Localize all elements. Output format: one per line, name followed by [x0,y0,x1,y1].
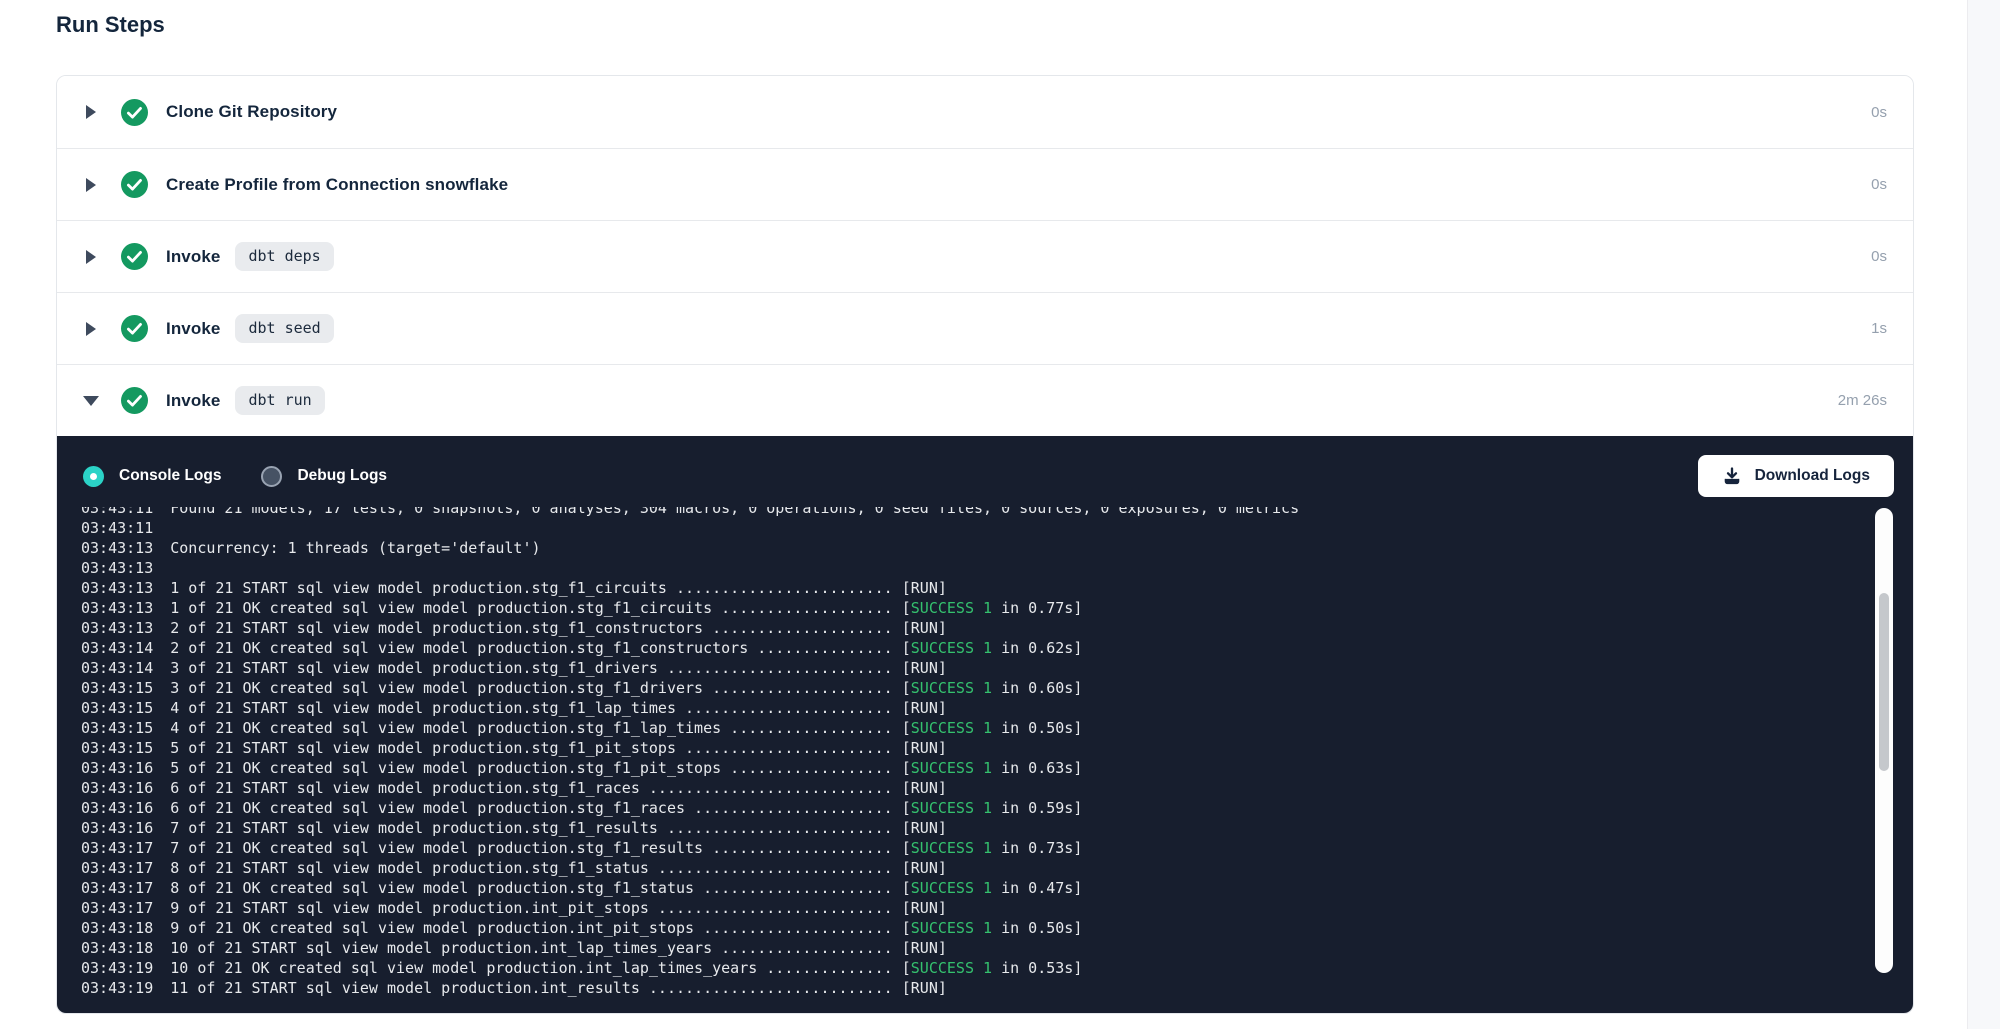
log-line: 03:43:177 of 21 OK created sql view mode… [81,838,1913,858]
log-line: 03:43:132 of 21 START sql view model pro… [81,618,1913,638]
radio-unselected-icon [261,466,282,487]
step-row-invoke-dbt-seed[interactable]: Invoke dbt seed 1s [57,292,1913,364]
log-line: 03:43:142 of 21 OK created sql view mode… [81,638,1913,658]
log-line: 03:43:153 of 21 OK created sql view mode… [81,678,1913,698]
step-row-create-profile[interactable]: Create Profile from Connection snowflake… [57,148,1913,220]
download-logs-label: Download Logs [1755,467,1870,485]
log-line: 03:43:165 of 21 OK created sql view mode… [81,758,1913,778]
console-scrollbar-thumb[interactable] [1879,593,1889,771]
chevron-right-icon[interactable] [83,322,99,336]
step-label: Invoke [166,391,220,411]
step-label: Invoke [166,247,220,267]
log-line: 03:43:178 of 21 OK created sql view mode… [81,878,1913,898]
log-line: 03:43:13 [81,558,1913,578]
log-line: 03:43:167 of 21 START sql view model pro… [81,818,1913,838]
step-duration: 1s [1871,320,1887,337]
log-line: 03:43:11 [81,518,1913,538]
download-icon [1722,466,1742,486]
success-check-icon [121,99,148,126]
log-line: 03:43:166 of 21 OK created sql view mode… [81,798,1913,818]
chevron-right-icon[interactable] [83,178,99,192]
log-line: 03:43:1810 of 21 START sql view model pr… [81,938,1913,958]
log-line: 03:43:154 of 21 OK created sql view mode… [81,718,1913,738]
run-steps-card: Clone Git Repository 0s Create Profile f… [56,75,1914,1014]
radio-selected-icon [83,466,104,487]
console-panel: Console Logs Debug Logs Download Logs 03… [57,436,1913,1013]
log-line: 03:43:131 of 21 OK created sql view mode… [81,598,1913,618]
console-toolbar: Console Logs Debug Logs Download Logs [57,436,1913,507]
console-log-lines: 03:43:11Found 21 models, 17 tests, 0 sna… [81,507,1913,998]
success-check-icon [121,243,148,270]
step-label: Invoke [166,319,220,339]
right-gutter [1967,0,2000,1029]
success-check-icon [121,171,148,198]
log-line: 03:43:166 of 21 START sql view model pro… [81,778,1913,798]
log-line: 03:43:179 of 21 START sql view model pro… [81,898,1913,918]
step-duration: 0s [1871,248,1887,265]
step-command-badge: dbt seed [235,314,333,343]
debug-logs-radio[interactable]: Debug Logs [261,466,387,487]
download-logs-button[interactable]: Download Logs [1698,455,1894,497]
step-row-invoke-dbt-run[interactable]: Invoke dbt run 2m 26s [57,364,1913,436]
log-line: 03:43:178 of 21 START sql view model pro… [81,858,1913,878]
log-line: 03:43:1911 of 21 START sql view model pr… [81,978,1913,998]
success-check-icon [121,315,148,342]
console-log-output[interactable]: 03:43:11Found 21 models, 17 tests, 0 sna… [57,507,1913,1013]
step-label: Clone Git Repository [166,102,337,122]
step-row-invoke-dbt-deps[interactable]: Invoke dbt deps 0s [57,220,1913,292]
step-row-clone-git-repository[interactable]: Clone Git Repository 0s [57,76,1913,148]
log-line: 03:43:154 of 21 START sql view model pro… [81,698,1913,718]
step-duration: 2m 26s [1838,392,1887,409]
log-line: 03:43:1910 of 21 OK created sql view mod… [81,958,1913,978]
step-duration: 0s [1871,176,1887,193]
success-check-icon [121,387,148,414]
radio-label: Debug Logs [297,467,387,485]
log-line: 03:43:13Concurrency: 1 threads (target='… [81,538,1913,558]
radio-label: Console Logs [119,467,221,485]
log-line: 03:43:155 of 21 START sql view model pro… [81,738,1913,758]
chevron-right-icon[interactable] [83,250,99,264]
step-label: Create Profile from Connection snowflake [166,175,508,195]
log-line: 03:43:143 of 21 START sql view model pro… [81,658,1913,678]
chevron-down-icon[interactable] [83,396,99,406]
step-command-badge: dbt run [235,386,324,415]
chevron-right-icon[interactable] [83,105,99,119]
step-duration: 0s [1871,104,1887,121]
console-scrollbar-track[interactable] [1875,508,1893,973]
console-logs-radio[interactable]: Console Logs [83,466,221,487]
log-line: 03:43:131 of 21 START sql view model pro… [81,578,1913,598]
log-line: 03:43:11Found 21 models, 17 tests, 0 sna… [81,507,1913,518]
log-line: 03:43:189 of 21 OK created sql view mode… [81,918,1913,938]
page-title: Run Steps [56,12,165,38]
step-command-badge: dbt deps [235,242,333,271]
